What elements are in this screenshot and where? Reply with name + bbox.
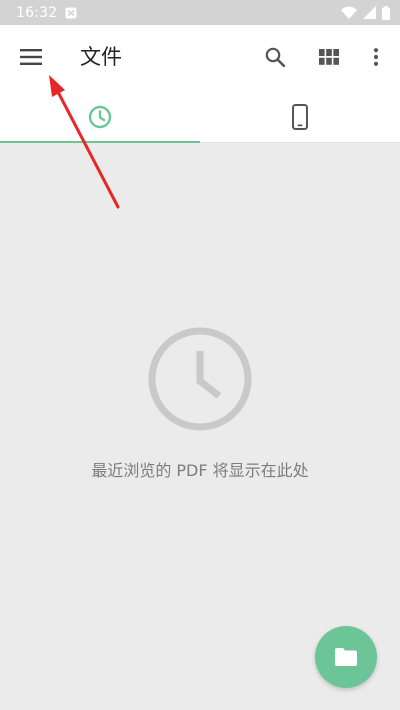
search-button[interactable] <box>255 37 295 77</box>
menu-button[interactable] <box>11 37 51 77</box>
page-title: 文件 <box>80 45 122 69</box>
app-bar: 文件 <box>0 25 400 90</box>
empty-state-message: 最近浏览的 PDF 将显示在此处 <box>91 461 309 480</box>
status-icons <box>341 5 390 20</box>
menu-icon <box>20 49 42 65</box>
wifi-icon <box>341 6 357 19</box>
grid-view-icon <box>319 49 339 65</box>
grid-view-button[interactable] <box>309 37 349 77</box>
more-options-button[interactable] <box>356 37 396 77</box>
recent-files-panel: 最近浏览的 PDF 将显示在此处 <box>0 143 400 710</box>
clock-icon <box>148 327 252 431</box>
tab-recent[interactable] <box>0 90 200 144</box>
open-folder-button[interactable] <box>315 626 377 688</box>
tab-bar <box>0 90 400 144</box>
notification-icon <box>65 7 77 18</box>
app-screen: 16:32 文件 最近浏览的 PDF 将显示在此处 <box>0 0 400 710</box>
more-vert-icon <box>373 48 379 66</box>
clock-icon <box>88 105 112 128</box>
signal-icon <box>363 6 376 19</box>
search-icon <box>265 47 285 67</box>
tab-device[interactable] <box>200 90 400 143</box>
status-time: 16:32 <box>16 4 58 21</box>
phone-icon <box>292 103 308 130</box>
battery-icon <box>382 5 390 20</box>
folder-icon <box>335 648 357 666</box>
status-bar: 16:32 <box>0 0 400 25</box>
